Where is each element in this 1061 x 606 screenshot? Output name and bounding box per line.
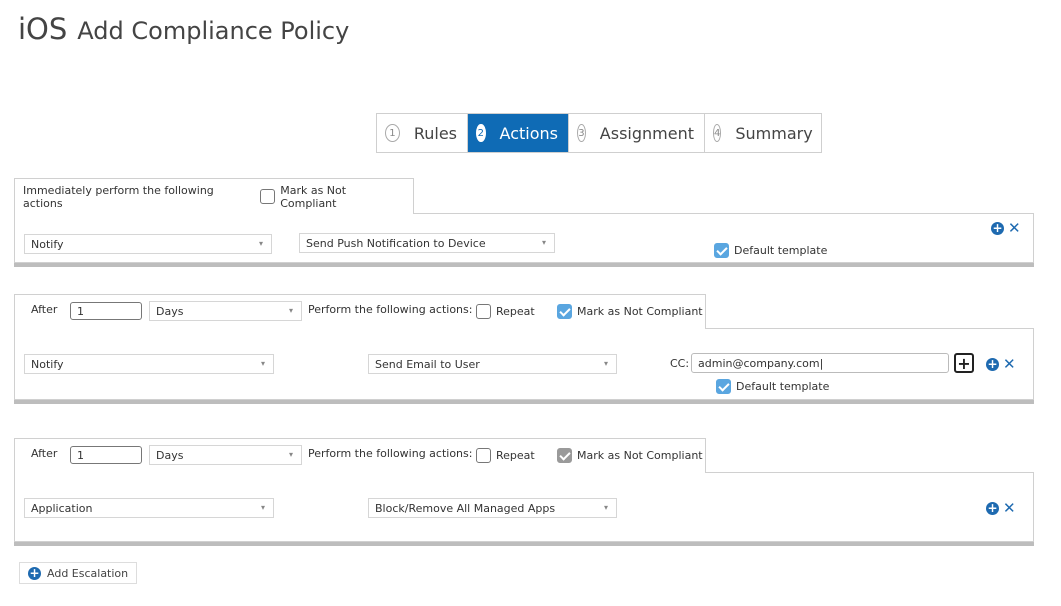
after-label: After — [31, 303, 58, 316]
mark-not-compliant-option: Mark as Not Compliant — [552, 304, 703, 319]
row-actions: + ✕ — [986, 357, 1016, 372]
repeat-option: Repeat — [471, 448, 535, 463]
action-type-select[interactable]: Application ▾ — [24, 498, 274, 518]
step-label: Rules — [413, 123, 457, 143]
perform-label: Perform the following actions: — [308, 303, 473, 316]
immediate-actions-panel: Notify ▾ Send Push Notification to Devic… — [14, 213, 1034, 263]
immediate-actions-block: Immediately perform the following action… — [14, 178, 1034, 268]
action-type-select[interactable]: Notify ▾ — [24, 234, 272, 254]
escalation-block: After 1 Days ▾ Perform the following act… — [14, 438, 1034, 548]
repeat-option: Repeat — [471, 304, 535, 319]
perform-label: Perform the following actions: — [308, 447, 473, 460]
after-value-input[interactable]: 1 — [70, 302, 142, 320]
escalation-panel: Application ▾ Block/Remove All Managed A… — [14, 472, 1034, 542]
wizard-step-summary[interactable]: 4 Summary — [705, 114, 821, 152]
cc-email-input[interactable]: admin@company.com| — [691, 353, 949, 373]
page-title: iOS Add Compliance Policy — [18, 12, 349, 46]
chevron-down-icon: ▾ — [260, 359, 265, 368]
row-actions: + ✕ — [986, 501, 1016, 516]
plus-circle-icon: + — [28, 565, 41, 580]
remove-action-icon[interactable]: ✕ — [1003, 357, 1016, 372]
chevron-down-icon: ▾ — [603, 359, 608, 368]
after-label: After — [31, 447, 58, 460]
chevron-down-icon: ▾ — [288, 450, 293, 459]
default-template-checkbox[interactable] — [714, 243, 729, 258]
mark-not-compliant-checkbox[interactable] — [260, 189, 276, 204]
mark-not-compliant-label: Mark as Not Compliant — [280, 183, 347, 210]
action-select[interactable]: Send Email to User ▾ — [368, 354, 617, 374]
step-number: 3 — [577, 124, 586, 142]
time-unit-select[interactable]: Days ▾ — [149, 301, 302, 321]
immediate-heading: Immediately perform the following action… — [23, 183, 214, 210]
cc-label: CC: — [670, 357, 690, 370]
chevron-down-icon: ▾ — [603, 503, 608, 512]
mark-not-compliant-checkbox[interactable] — [557, 304, 572, 319]
step-number: 1 — [385, 124, 400, 142]
wizard-step-assignment[interactable]: 3 Assignment — [569, 114, 705, 152]
default-template-checkbox[interactable] — [716, 379, 731, 394]
row-actions: + ✕ — [991, 221, 1021, 236]
remove-action-icon[interactable]: ✕ — [1008, 221, 1021, 236]
after-value-input[interactable]: 1 — [70, 446, 142, 464]
step-number: 4 — [713, 124, 722, 142]
escalation-header: After 1 Days ▾ Perform the following act… — [14, 438, 706, 473]
immediate-actions-header: Immediately perform the following action… — [14, 178, 414, 214]
escalation-block: After 1 Days ▾ Perform the following act… — [14, 294, 1034, 406]
step-number: 2 — [476, 124, 486, 142]
escalation-header: After 1 Days ▾ Perform the following act… — [14, 294, 706, 329]
wizard-step-rules[interactable]: 1 Rules — [377, 114, 468, 152]
action-select[interactable]: Block/Remove All Managed Apps ▾ — [368, 498, 617, 518]
repeat-checkbox[interactable] — [476, 448, 491, 463]
action-type-select[interactable]: Notify ▾ — [24, 354, 274, 374]
add-action-icon[interactable]: + — [986, 358, 999, 371]
step-label: Summary — [735, 123, 813, 143]
default-template-option: Default template — [709, 243, 827, 258]
add-action-icon[interactable]: + — [986, 502, 999, 515]
repeat-checkbox[interactable] — [476, 304, 491, 319]
wizard-steps: 1 Rules 2 Actions 3 Assignment 4 Summary — [376, 113, 822, 153]
default-template-option: Default template — [711, 379, 829, 394]
platform-label: iOS — [18, 12, 68, 46]
chevron-down-icon: ▾ — [260, 503, 265, 512]
mark-not-compliant-checkbox[interactable] — [557, 448, 572, 463]
step-label: Assignment — [599, 123, 694, 143]
escalation-panel: Notify ▾ Send Email to User ▾ CC: admin@… — [14, 328, 1034, 400]
mark-not-compliant-option: Mark as Not Compliant — [552, 448, 703, 463]
add-action-icon[interactable]: + — [991, 222, 1004, 235]
time-unit-select[interactable]: Days ▾ — [149, 445, 302, 465]
chevron-down-icon: ▾ — [541, 238, 546, 247]
step-label: Actions — [499, 123, 558, 143]
chevron-down-icon: ▾ — [288, 306, 293, 315]
page-title-text: Add Compliance Policy — [77, 17, 350, 45]
add-cc-button[interactable]: + — [954, 353, 974, 373]
remove-action-icon[interactable]: ✕ — [1003, 501, 1016, 516]
add-escalation-button[interactable]: + Add Escalation — [19, 562, 138, 584]
chevron-down-icon: ▾ — [258, 239, 263, 248]
action-select[interactable]: Send Push Notification to Device ▾ — [299, 233, 555, 253]
wizard-step-actions[interactable]: 2 Actions — [468, 114, 569, 152]
